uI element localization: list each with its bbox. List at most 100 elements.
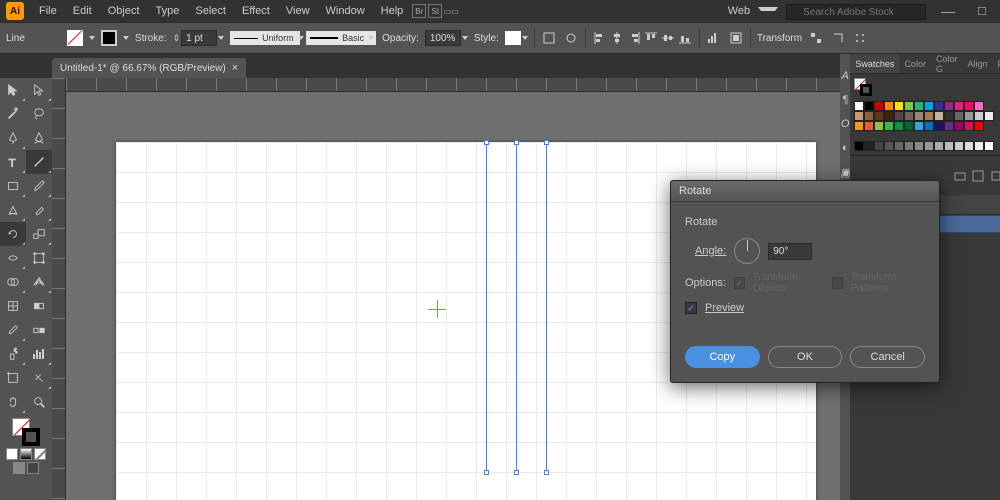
menu-select[interactable]: Select (188, 3, 233, 19)
panel-fill-stroke[interactable] (854, 78, 872, 96)
swatch[interactable] (864, 141, 874, 151)
swatch[interactable] (964, 111, 974, 121)
menu-type[interactable]: Type (149, 3, 187, 19)
ok-button[interactable]: OK (768, 346, 843, 368)
menu-object[interactable]: Object (101, 3, 147, 19)
document-tab[interactable]: Untitled-1* @ 66.67% (RGB/Preview) × (52, 58, 246, 78)
swatch[interactable] (884, 141, 894, 151)
swatch[interactable] (974, 111, 984, 121)
swatch[interactable] (904, 121, 914, 131)
swatch[interactable] (904, 141, 914, 151)
swatch-options-icon[interactable] (972, 170, 984, 182)
path-line-1[interactable] (486, 142, 487, 472)
swatch[interactable] (944, 111, 954, 121)
swatch[interactable] (874, 101, 884, 111)
lasso-tool[interactable] (26, 102, 52, 126)
transform-label[interactable]: Transform (757, 33, 802, 44)
doc-setup-icon[interactable] (541, 30, 557, 46)
color-mode-buttons[interactable] (6, 448, 46, 460)
scale-tool[interactable] (26, 222, 52, 246)
swatch[interactable] (884, 111, 894, 121)
swatch[interactable] (894, 141, 904, 151)
swatch[interactable] (974, 141, 984, 151)
tab-swatches[interactable]: Swatches (850, 54, 899, 73)
swatch[interactable] (904, 101, 914, 111)
appearance-panel-icon[interactable]: ◐ (840, 136, 850, 160)
selection-tool[interactable] (0, 78, 26, 102)
swatch[interactable] (864, 111, 874, 121)
align-bottom-icon[interactable] (677, 30, 693, 46)
align-left-icon[interactable] (592, 30, 608, 46)
paragraph-panel-icon[interactable]: ¶ (840, 88, 850, 112)
free-transform-tool[interactable] (26, 246, 52, 270)
swatch[interactable] (894, 101, 904, 111)
paintbrush-tool[interactable] (26, 174, 52, 198)
preferences-icon[interactable] (563, 30, 579, 46)
pen-tool[interactable] (0, 126, 26, 150)
angle-input[interactable] (768, 243, 812, 260)
swatch[interactable] (914, 141, 924, 151)
swatch[interactable] (874, 141, 884, 151)
menu-window[interactable]: Window (319, 3, 372, 19)
dialog-title[interactable]: Rotate (671, 181, 939, 202)
bridge-icon[interactable]: Br (412, 4, 426, 18)
copy-button[interactable]: Copy (685, 346, 760, 368)
swatch[interactable] (894, 111, 904, 121)
swatch[interactable] (854, 141, 864, 151)
transform-icon-3[interactable] (852, 30, 868, 46)
rotate-tool[interactable] (0, 222, 26, 246)
shape-mode-icon[interactable] (706, 30, 722, 46)
swatch[interactable] (924, 111, 934, 121)
menu-help[interactable]: Help (374, 3, 411, 19)
artboard-tool[interactable] (0, 366, 26, 390)
direct-selection-tool[interactable] (26, 78, 52, 102)
stroke-profile-select[interactable]: Uniform (230, 31, 300, 45)
menu-file[interactable]: File (32, 3, 64, 19)
screen-mode-buttons[interactable] (13, 462, 39, 474)
column-graph-tool[interactable] (26, 342, 52, 366)
tab-align[interactable]: Align (962, 59, 992, 69)
anchor-handle[interactable] (514, 140, 519, 145)
swatch[interactable] (954, 141, 964, 151)
anchor-handle[interactable] (484, 140, 489, 145)
gradient-tool[interactable] (26, 294, 52, 318)
cancel-button[interactable]: Cancel (850, 346, 925, 368)
swatch[interactable] (934, 111, 944, 121)
swatch[interactable] (964, 121, 974, 131)
workspace-switcher[interactable]: Web (721, 3, 778, 19)
align-top-icon[interactable] (643, 30, 659, 46)
swatch[interactable] (974, 121, 984, 131)
swatch[interactable] (924, 141, 934, 151)
menu-edit[interactable]: Edit (66, 3, 99, 19)
fill-swatch[interactable] (67, 30, 83, 46)
zoom-tool[interactable] (26, 390, 52, 414)
stroke-swatch[interactable] (101, 30, 117, 46)
path-line-3[interactable] (546, 142, 547, 472)
swatch[interactable] (984, 111, 994, 121)
path-line-2[interactable] (516, 142, 517, 472)
swatch[interactable] (874, 121, 884, 131)
minimize-icon[interactable]: — (934, 1, 962, 21)
close-tab-icon[interactable]: × (232, 62, 238, 74)
swatch[interactable] (934, 121, 944, 131)
swatch[interactable] (924, 101, 934, 111)
perspective-grid-tool[interactable] (26, 270, 52, 294)
swatch[interactable] (854, 101, 864, 111)
maximize-icon[interactable]: ☐ (970, 3, 994, 20)
eyedropper-tool[interactable] (0, 318, 26, 342)
magic-wand-tool[interactable] (0, 102, 26, 126)
swatch[interactable] (964, 101, 974, 111)
width-tool[interactable] (0, 246, 26, 270)
swatch[interactable] (984, 141, 994, 151)
swatch[interactable] (854, 121, 864, 131)
hand-tool[interactable] (0, 390, 26, 414)
swatch[interactable] (884, 121, 894, 131)
anchor-handle[interactable] (544, 470, 549, 475)
new-swatch-icon[interactable] (990, 170, 1000, 182)
tab-pathfinder[interactable]: Pathfi (992, 59, 1000, 69)
shaper-tool[interactable] (0, 198, 26, 222)
swatch[interactable] (904, 111, 914, 121)
type-tool[interactable]: T (0, 150, 26, 174)
angle-dial[interactable] (734, 238, 760, 264)
transform-icon-2[interactable] (830, 30, 846, 46)
